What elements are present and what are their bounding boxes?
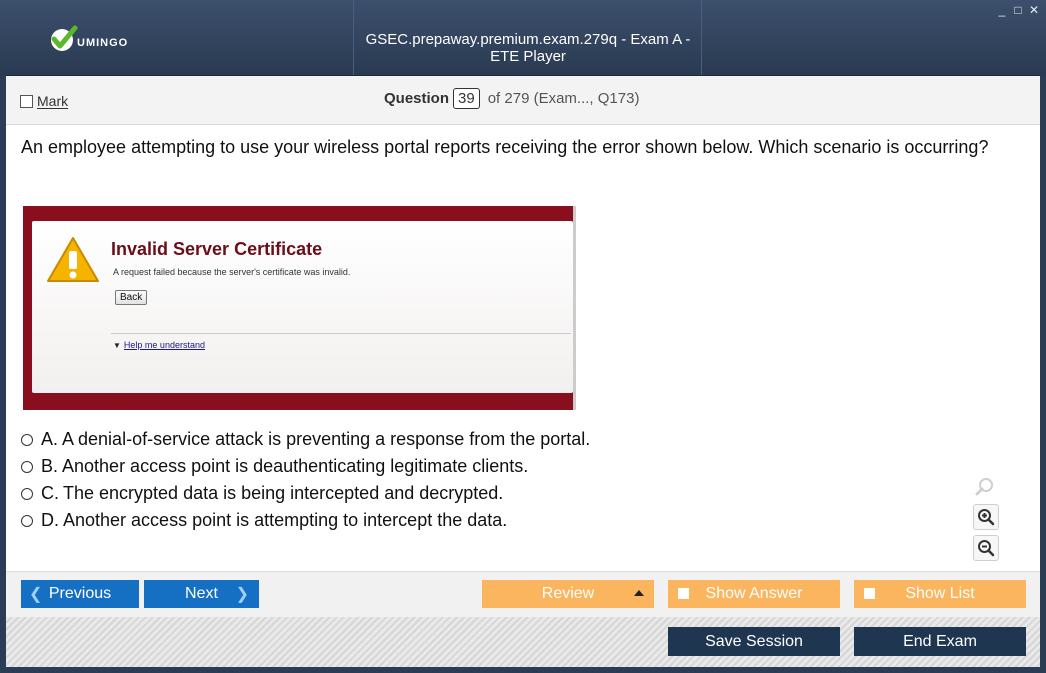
question-stem: An employee attempting to use your wirel… — [21, 137, 989, 157]
window-title: GSEC.prepaway.premium.exam.279q - Exam A… — [365, 31, 691, 65]
logo-wordmark: UMINGO — [77, 37, 129, 49]
question-content: An employee attempting to use your wirel… — [6, 125, 1040, 570]
minimize-button[interactable]: _ — [996, 4, 1008, 16]
exhibit-message: A request failed because the server's ce… — [113, 267, 351, 277]
answer-letter: D. — [41, 510, 59, 530]
zoom-out-button[interactable] — [973, 535, 999, 561]
question-navigator: Question 39 of 279 (Exam..., Q173) — [384, 88, 639, 109]
exhibit-help-text: Help me understand — [123, 340, 205, 350]
end-exam-button[interactable]: End Exam — [854, 627, 1026, 656]
zoom-reset-button[interactable] — [973, 475, 997, 499]
next-button[interactable]: Next ❯ — [144, 580, 259, 608]
maximize-button[interactable]: □ — [1012, 4, 1024, 16]
mark-checkbox[interactable]: Mark — [20, 93, 68, 109]
question-header: Mark Question 39 of 279 (Exam..., Q173) — [6, 76, 1040, 125]
footer-bar: Save Session End Exam — [6, 617, 1040, 667]
window-frame — [0, 667, 1046, 673]
logo-check-icon — [51, 25, 78, 51]
review-button[interactable]: Review — [482, 580, 654, 608]
exhibit-help-link: ▼ Help me understand — [113, 340, 205, 350]
window-controls: _ □ ✕ — [996, 4, 1040, 16]
answer-option-d[interactable]: D. Another access point is attempting to… — [21, 507, 590, 534]
mark-label[interactable]: Mark — [37, 93, 68, 109]
answer-text: Another access point is attempting to in… — [63, 510, 508, 530]
radio-button[interactable] — [21, 433, 33, 446]
show-list-label: Show List — [905, 585, 975, 602]
exhibit-title: Invalid Server Certificate — [111, 239, 323, 259]
review-label: Review — [541, 585, 595, 602]
zoom-in-button[interactable] — [973, 504, 999, 530]
previous-label: Previous — [48, 585, 112, 602]
question-number-input[interactable]: 39 — [453, 88, 480, 109]
answer-letter: C. — [41, 483, 59, 503]
answer-list: A. A denial-of-service attack is prevent… — [21, 426, 590, 534]
radio-button[interactable] — [21, 487, 33, 500]
app-logo: UMINGO — [48, 24, 158, 58]
triangle-down-icon: ▼ — [113, 341, 121, 350]
show-answer-button[interactable]: Show Answer — [668, 580, 840, 608]
answer-option-c[interactable]: C. The encrypted data is being intercept… — [21, 480, 590, 507]
close-button[interactable]: ✕ — [1028, 4, 1040, 16]
answer-text: A denial-of-service attack is preventing… — [62, 429, 591, 449]
answer-text: Another access point is deauthenticating… — [62, 456, 529, 476]
next-label: Next — [185, 585, 218, 602]
checkbox-icon[interactable] — [20, 94, 33, 108]
exhibit-panel: Invalid Server Certificate A request fai… — [32, 221, 573, 393]
radio-button[interactable] — [21, 514, 33, 527]
exhibit-image: Invalid Server Certificate A request fai… — [23, 206, 576, 410]
exhibit-divider — [111, 333, 571, 334]
answer-letter: A. — [41, 429, 59, 449]
navigation-bar: ❮ Previous Next ❯ Review Show Answer Sho… — [6, 571, 1040, 617]
question-count: of 279 (Exam..., Q173) — [487, 90, 640, 107]
answer-option-a[interactable]: A. A denial-of-service attack is prevent… — [21, 426, 590, 453]
answer-text: The encrypted data is being intercepted … — [63, 483, 504, 503]
chevron-left-icon: ❮ — [29, 586, 43, 603]
zoom-controls — [973, 475, 1001, 566]
window-frame — [1040, 75, 1046, 673]
radio-button[interactable] — [21, 460, 33, 473]
save-session-button[interactable]: Save Session — [668, 627, 840, 656]
previous-button[interactable]: ❮ Previous — [21, 580, 139, 608]
question-label: Question — [384, 90, 450, 107]
answer-letter: B. — [41, 456, 59, 476]
answer-option-b[interactable]: B. Another access point is deauthenticat… — [21, 453, 590, 480]
exhibit-back-button: Back — [115, 290, 148, 305]
zoom-out-icon — [978, 540, 995, 557]
show-list-button[interactable]: Show List — [854, 580, 1026, 608]
magnifier-icon — [975, 478, 993, 496]
warning-icon — [47, 237, 99, 282]
checkbox-icon[interactable] — [864, 588, 875, 599]
triangle-up-icon — [634, 590, 644, 596]
show-answer-label: Show Answer — [705, 585, 803, 602]
checkbox-icon[interactable] — [678, 588, 689, 599]
chevron-right-icon: ❯ — [235, 586, 249, 603]
zoom-in-icon — [978, 509, 995, 526]
title-bar: UMINGO GSEC.prepaway.premium.exam.279q -… — [0, 0, 1046, 76]
